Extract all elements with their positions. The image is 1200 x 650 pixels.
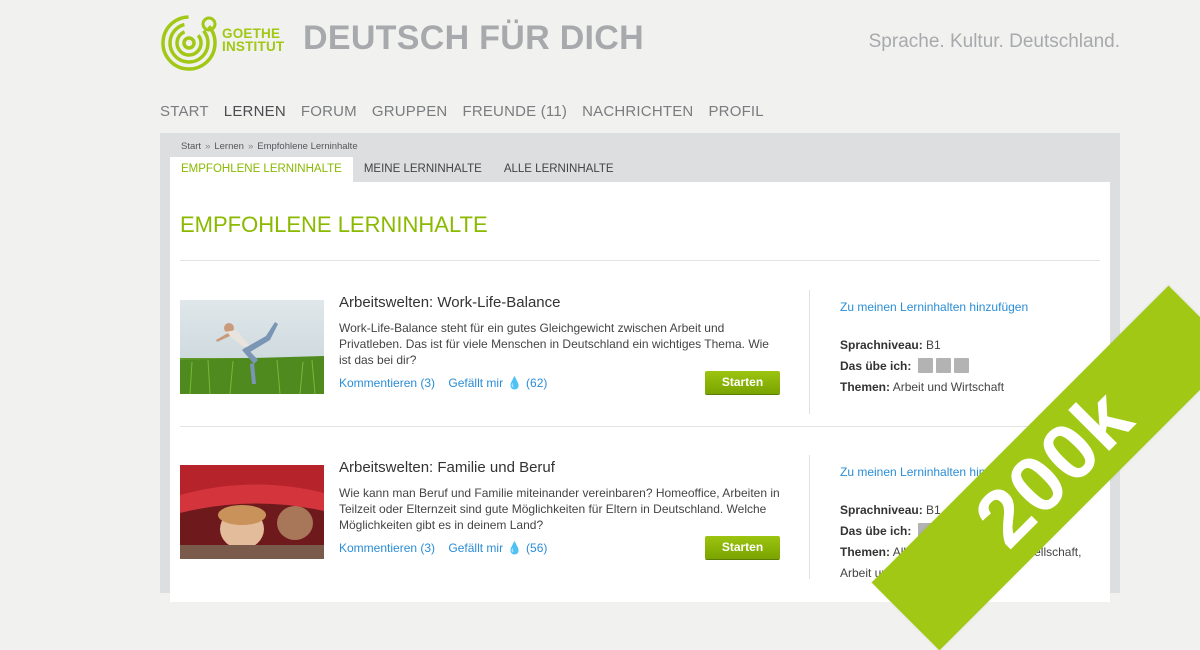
practice-label: Das übe ich: [840, 524, 912, 538]
item-thumbnail[interactable] [180, 300, 324, 394]
nav-gruppen[interactable]: GRUPPEN [372, 103, 448, 120]
like-link[interactable]: Gefällt mir 💧 (62) [448, 376, 547, 390]
item-title[interactable]: Arbeitswelten: Familie und Beruf [339, 459, 555, 476]
grid-icon [953, 358, 969, 374]
divider [180, 426, 1100, 427]
item-description: Work-Life-Balance steht für ein gutes Gl… [339, 321, 769, 367]
main-nav: START LERNEN FORUM GRUPPEN FREUNDE (11) … [160, 103, 764, 120]
vertical-divider [809, 455, 810, 579]
like-count: (62) [526, 376, 548, 390]
level-label: Sprachniveau: [840, 338, 923, 352]
item-title[interactable]: Arbeitswelten: Work-Life-Balance [339, 294, 560, 311]
level-value: B1 [926, 338, 941, 352]
start-button[interactable]: Starten [705, 536, 780, 559]
logo-line-2: INSTITUT [222, 39, 285, 54]
page-title: EMPFOHLENE LERNINHALTE [180, 212, 488, 237]
subtabs: EMPFOHLENE LERNINHALTE MEINE LERNINHALTE… [170, 157, 625, 182]
breadcrumb-start[interactable]: Start [181, 141, 201, 152]
topics-value: Arbeit und Wirtschaft [892, 380, 1005, 394]
divider [180, 260, 1100, 261]
eye-icon [935, 358, 951, 374]
comment-link[interactable]: Kommentieren (3) [339, 376, 435, 390]
nav-lernen[interactable]: LERNEN [224, 103, 286, 120]
nav-profil[interactable]: PROFIL [708, 103, 763, 120]
like-label: Gefällt mir [448, 541, 504, 555]
like-count: (56) [526, 541, 548, 555]
start-button[interactable]: Starten [705, 371, 780, 394]
like-link[interactable]: Gefällt mir 💧 (56) [448, 541, 547, 555]
pencil-icon [917, 358, 933, 374]
tab-alle[interactable]: ALLE LERNINHALTE [493, 157, 625, 182]
breadcrumb-lernen[interactable]: Lernen [214, 141, 244, 152]
nav-freunde[interactable]: FREUNDE (11) [462, 103, 567, 120]
logo-text: GOETHE INSTITUT [222, 27, 285, 54]
nav-nachrichten[interactable]: NACHRICHTEN [582, 103, 693, 120]
tab-meine[interactable]: MEINE LERNINHALTE [353, 157, 493, 182]
item-sidebar: Zu meinen Lerninhalten hinzufügen Sprach… [840, 297, 1028, 398]
thumb-up-icon: 💧 [507, 541, 523, 555]
nav-forum[interactable]: FORUM [301, 103, 357, 120]
comment-link[interactable]: Kommentieren (3) [339, 541, 435, 555]
level-label: Sprachniveau: [840, 503, 923, 517]
item-thumbnail[interactable] [180, 465, 324, 559]
goethe-logo-icon[interactable] [160, 14, 220, 72]
header: GOETHE INSTITUT DEUTSCH FÜR DICH Sprache… [0, 0, 1200, 90]
tab-empfohlene[interactable]: EMPFOHLENE LERNINHALTE [170, 157, 353, 182]
item-description: Wie kann man Beruf und Familie miteinand… [339, 486, 780, 532]
topics-label: Themen: [840, 545, 891, 559]
practice-label: Das übe ich: [840, 359, 912, 373]
add-to-my-content-link[interactable]: Zu meinen Lerninhalten hinzufügen [840, 297, 1028, 318]
site-title[interactable]: DEUTSCH FÜR DICH [303, 19, 644, 58]
breadcrumb-separator: » [247, 141, 254, 152]
item-actions: Kommentieren (3) Gefällt mir 💧 (56) [339, 541, 557, 555]
like-label: Gefällt mir [448, 376, 504, 390]
breadcrumb: Start» Lernen» Empfohlene Lerninhalte [181, 141, 358, 152]
topics-label: Themen: [840, 380, 891, 394]
nav-start[interactable]: START [160, 103, 209, 120]
breadcrumb-current: Empfohlene Lerninhalte [257, 141, 358, 152]
list-item: Arbeitswelten: Work-Life-Balance Work-Li… [180, 270, 1100, 420]
item-actions: Kommentieren (3) Gefällt mir 💧 (62) [339, 376, 557, 390]
thumb-up-icon: 💧 [507, 376, 523, 390]
tagline: Sprache. Kultur. Deutschland. [868, 31, 1120, 52]
breadcrumb-separator: » [205, 141, 211, 152]
vertical-divider [809, 290, 810, 414]
